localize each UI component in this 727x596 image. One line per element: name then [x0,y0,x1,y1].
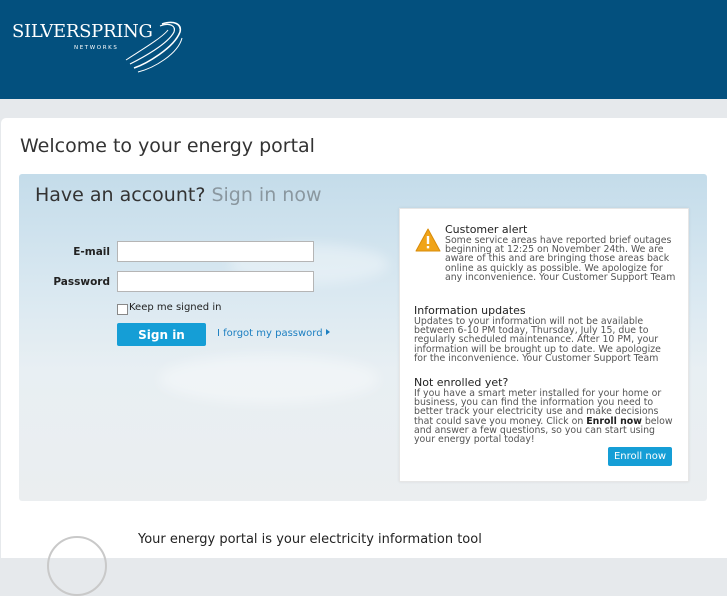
keep-signed-in-checkbox[interactable] [117,304,128,315]
logo-subtext: NETWORKS [74,45,119,51]
main-card: Welcome to your energy portal Have an ac… [1,118,727,596]
forgot-password-link[interactable]: I forgot my password [217,328,330,339]
email-field[interactable] [117,241,314,262]
signin-heading-text: Have an account? [35,184,206,206]
enroll-now-button[interactable]: Enroll now [608,447,672,466]
customer-alert-text: Some service areas have reported brief o… [445,235,676,283]
news-box: Customer alert Some service areas have r… [399,208,689,482]
energy-gauge-icon [47,536,107,596]
logo-swoosh-icon [125,21,183,73]
page-title: Welcome to your energy portal [20,135,315,157]
sign-in-button[interactable]: Sign in [117,323,206,346]
sky-cloud [159,354,379,404]
not-enrolled-text: If you have a smart meter installed for … [414,388,673,446]
password-field[interactable] [117,271,314,292]
forgot-password-text: I forgot my password [217,328,323,339]
chevron-right-icon [325,329,330,335]
password-label: Password [53,276,110,288]
warning-icon [415,228,441,252]
signin-panel: Have an account? Sign in now E-mail Pass… [19,174,707,501]
email-label: E-mail [73,246,110,258]
signin-heading: Have an account? Sign in now [35,184,322,206]
information-updates-text: Updates to your information will not be … [414,316,661,364]
signin-heading-accent: Sign in now [211,184,322,206]
keep-signed-in-label[interactable]: Keep me signed in [129,302,221,313]
header-bar: SILVERSPRING NETWORKS [0,0,727,99]
silver-spring-logo[interactable]: SILVERSPRING NETWORKS [12,18,183,74]
